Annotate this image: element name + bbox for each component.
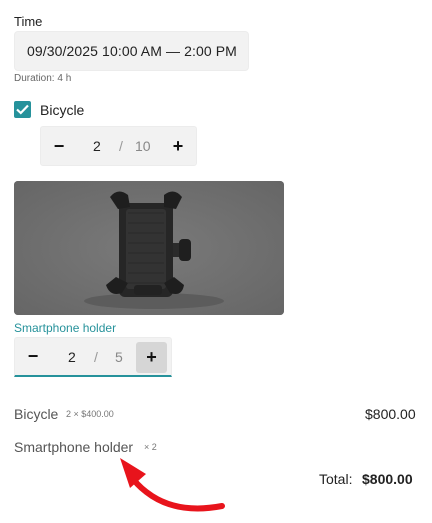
smartphone-holder-label: Smartphone holder: [14, 321, 117, 335]
bicycle-quantity-max: 10: [135, 138, 151, 154]
time-range-value: 09/30/2025 10:00 AM — 2:00 PM: [27, 43, 237, 59]
summary-line-price: $800.00: [365, 406, 416, 422]
holder-quantity-separator: /: [94, 349, 98, 365]
bicycle-checkbox[interactable]: [14, 101, 31, 118]
holder-quantity-stepper: − 2 / 5 +: [14, 337, 172, 377]
time-label: Time: [14, 14, 43, 29]
bicycle-decrement-button[interactable]: −: [41, 127, 77, 165]
bicycle-quantity-value[interactable]: 2: [93, 138, 101, 154]
duration-text: Duration: 4 h: [14, 73, 72, 84]
holder-decrement-button[interactable]: −: [15, 338, 51, 375]
annotation-arrow-icon: [120, 458, 225, 512]
holder-increment-button[interactable]: +: [136, 342, 167, 373]
total-value: $800.00: [362, 471, 413, 487]
holder-quantity-max: 5: [115, 349, 123, 365]
summary-line-detail: 2 × $400.00: [66, 409, 114, 419]
bicycle-quantity-stepper: − 2 / 10 +: [40, 126, 197, 166]
bicycle-checkbox-label[interactable]: Bicycle: [40, 102, 84, 118]
checkmark-icon: [16, 104, 29, 115]
smartphone-holder-image: [14, 181, 284, 315]
bicycle-increment-button[interactable]: +: [160, 127, 196, 165]
total-label: Total:: [319, 471, 353, 487]
time-range-field[interactable]: 09/30/2025 10:00 AM — 2:00 PM: [14, 31, 249, 71]
bicycle-quantity-separator: /: [119, 138, 123, 154]
holder-quantity-value[interactable]: 2: [68, 349, 76, 365]
summary-line-name: Bicycle: [14, 406, 59, 422]
